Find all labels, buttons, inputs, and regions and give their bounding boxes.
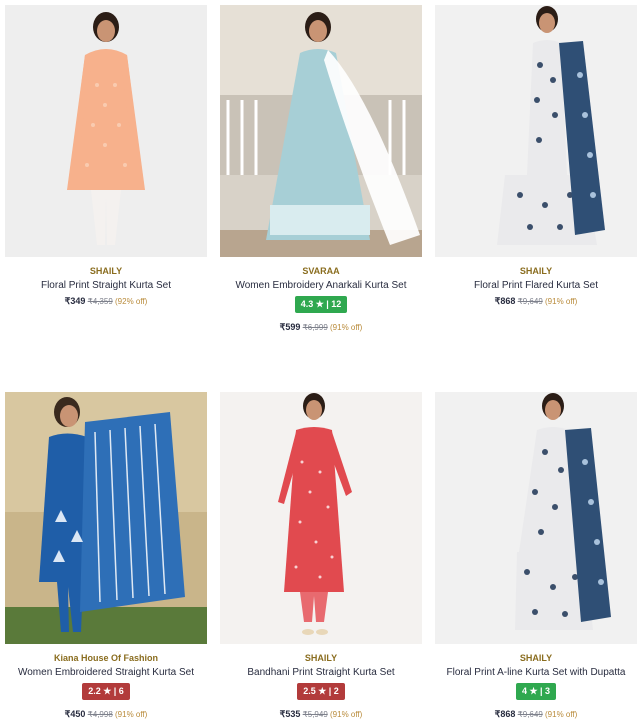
price-row: ₹535 ₹5,949 (91% off) [220, 708, 422, 721]
discount: (92% off) [115, 297, 148, 306]
brand-name: SHAILY [519, 653, 553, 663]
brand-name: SHAILY [519, 266, 553, 276]
original-price: ₹4,359 [87, 297, 113, 306]
product-title[interactable]: Floral Print A-line Kurta Set with Dupat… [435, 666, 637, 679]
product-photo [5, 5, 207, 257]
product-image[interactable] [220, 5, 422, 257]
price-row: ₹349 ₹4,359 (92% off) [5, 295, 207, 308]
product-grid: SHAILY Floral Print Straight Kurta Set ₹… [0, 0, 642, 723]
price-row: ₹599 ₹6,999 (91% off) [220, 321, 422, 334]
product-image[interactable] [435, 392, 637, 644]
product-title[interactable]: Bandhani Print Straight Kurta Set [220, 666, 422, 679]
product-title[interactable]: Women Embroidered Straight Kurta Set [5, 666, 207, 679]
product-title[interactable]: Women Embroidery Anarkali Kurta Set [220, 279, 422, 292]
discount: (91% off) [545, 297, 578, 306]
rating-badge: 4 ★ | 3 [515, 683, 557, 700]
brand-name: Kiana House Of Fashion [53, 653, 158, 663]
product-photo [220, 5, 422, 257]
discount: (91% off) [330, 323, 363, 332]
product-card[interactable]: SHAILY Bandhani Print Straight Kurta Set… [220, 392, 422, 721]
original-price: ₹9,649 [517, 297, 543, 306]
product-card[interactable]: SHAILY Floral Print Straight Kurta Set ₹… [5, 5, 207, 308]
discount: (91% off) [330, 710, 363, 719]
product-title[interactable]: Floral Print Flared Kurta Set [435, 279, 637, 292]
price-row: ₹450 ₹4,998 (91% off) [5, 708, 207, 721]
product-photo [435, 392, 637, 644]
product-photo [220, 392, 422, 644]
price: ₹535 [279, 709, 301, 719]
product-image[interactable] [435, 5, 637, 257]
price: ₹868 [494, 296, 516, 306]
original-price: ₹6,999 [302, 323, 328, 332]
product-photo [435, 5, 637, 257]
discount: (91% off) [545, 710, 578, 719]
rating-badge: 4.3 ★ | 12 [294, 296, 348, 313]
original-price: ₹9,649 [517, 710, 543, 719]
price-row: ₹868 ₹9,649 (91% off) [435, 708, 637, 721]
brand-name: SHAILY [304, 653, 338, 663]
product-image[interactable] [5, 5, 207, 257]
rating-badge: 2.5 ★ | 2 [297, 683, 345, 700]
brand-name: SVARAA [302, 266, 340, 276]
price: ₹450 [64, 709, 86, 719]
price-row: ₹868 ₹9,649 (91% off) [435, 295, 637, 308]
product-photo [5, 392, 207, 644]
original-price: ₹5,949 [302, 710, 328, 719]
product-card[interactable]: Kiana House Of Fashion Women Embroidered… [5, 392, 207, 721]
price: ₹868 [494, 709, 516, 719]
product-card[interactable]: SVARAA Women Embroidery Anarkali Kurta S… [220, 5, 422, 334]
price: ₹349 [64, 296, 86, 306]
product-card[interactable]: SHAILY Floral Print A-line Kurta Set wit… [435, 392, 637, 721]
brand-name: SHAILY [89, 266, 123, 276]
product-image[interactable] [220, 392, 422, 644]
product-title[interactable]: Floral Print Straight Kurta Set [5, 279, 207, 292]
original-price: ₹4,998 [87, 710, 113, 719]
rating-badge: 2.2 ★ | 6 [82, 683, 130, 700]
price: ₹599 [279, 322, 301, 332]
product-card[interactable]: SHAILY Floral Print Flared Kurta Set ₹86… [435, 5, 637, 308]
product-image[interactable] [5, 392, 207, 644]
discount: (91% off) [115, 710, 148, 719]
